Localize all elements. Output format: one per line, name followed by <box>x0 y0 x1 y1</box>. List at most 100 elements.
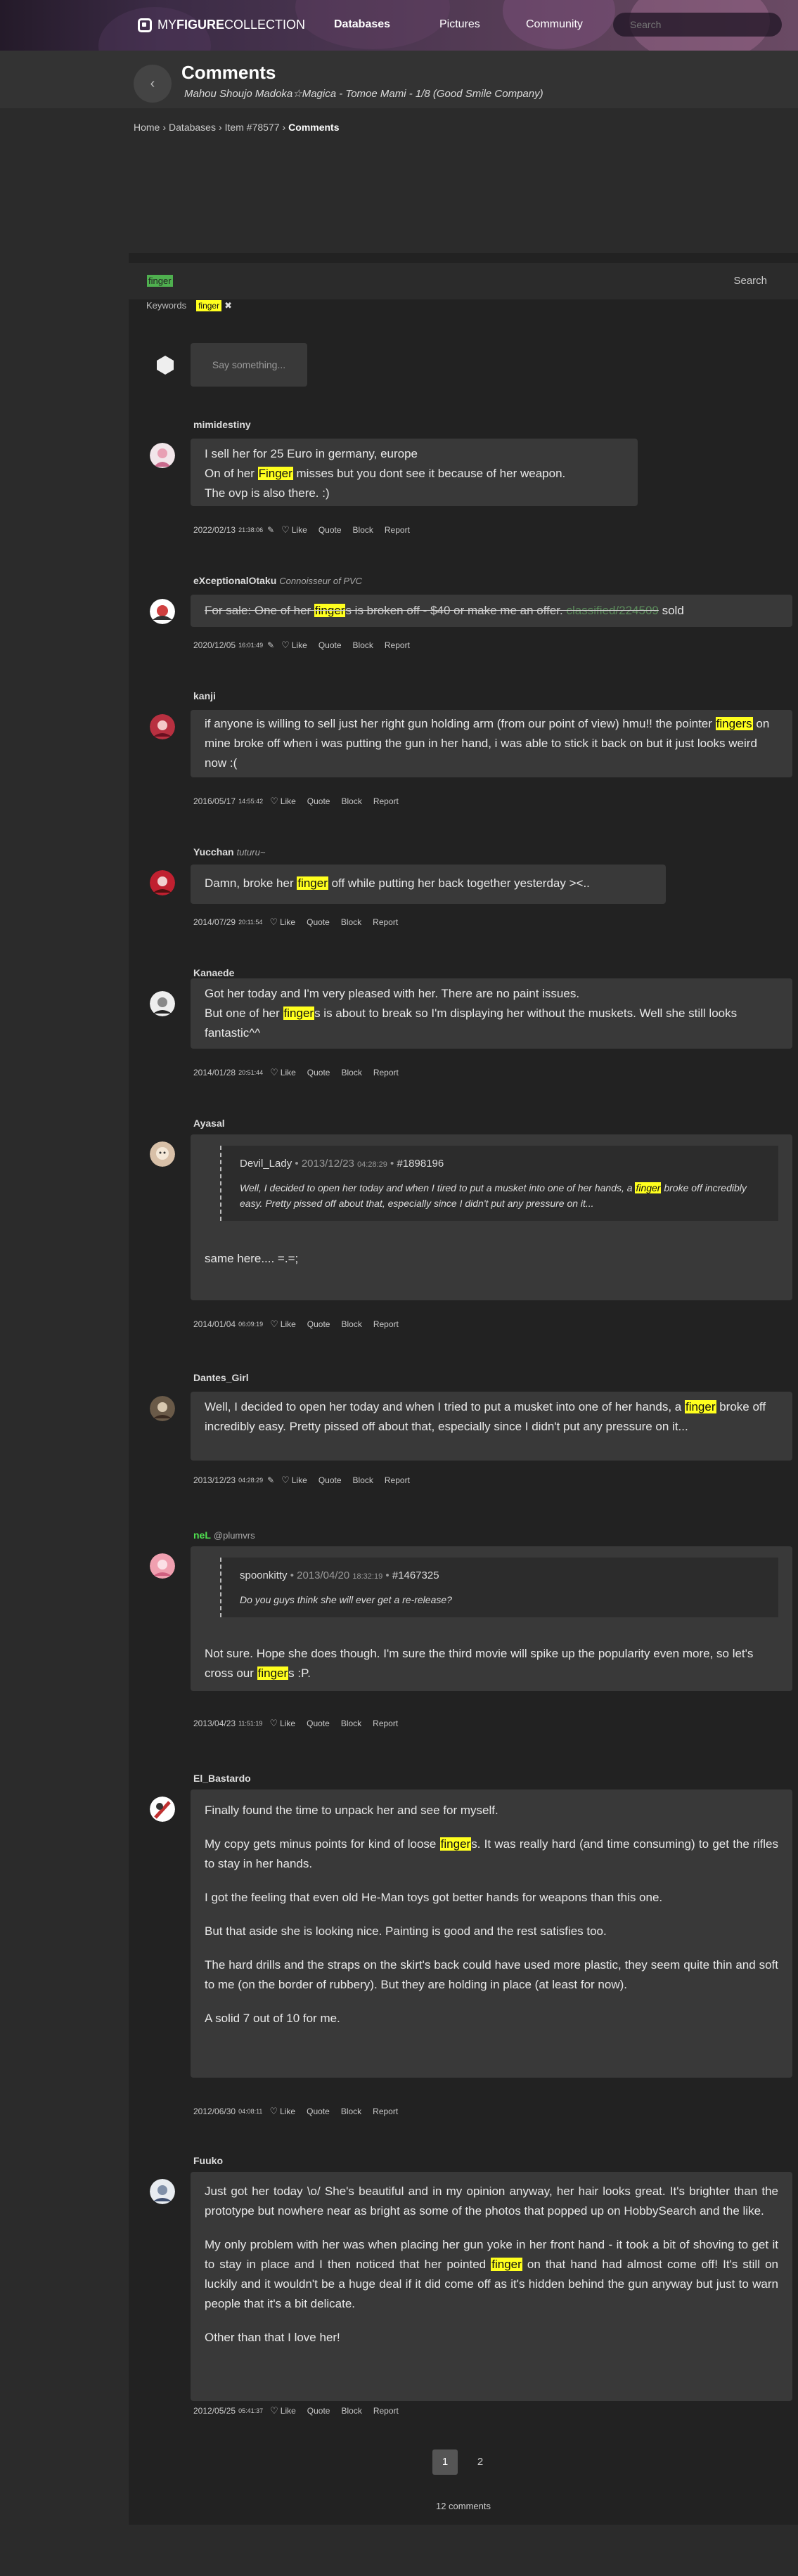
heart-icon[interactable]: ♡ <box>270 1067 278 1078</box>
nav-pictures[interactable]: Pictures <box>439 18 480 31</box>
quoted-id-link[interactable]: #1898196 <box>397 1158 444 1170</box>
breadcrumb-databases[interactable]: Databases <box>169 122 216 133</box>
quote-button[interactable]: Quote <box>307 2106 330 2116</box>
block-button[interactable]: Block <box>341 1068 361 1077</box>
like-button[interactable]: Like <box>280 2106 295 2116</box>
heart-icon[interactable]: ♡ <box>270 1319 278 1330</box>
classified-link[interactable]: classified/224509 <box>566 604 658 617</box>
report-button[interactable]: Report <box>373 796 399 806</box>
like-button[interactable]: Like <box>281 1068 296 1077</box>
comment-search-bar[interactable]: finger Search <box>129 263 798 299</box>
block-button[interactable]: Block <box>353 525 373 535</box>
item-link[interactable]: Mahou Shoujo Madoka☆Magica - Tomoe Mami … <box>184 87 543 100</box>
user-avatar[interactable] <box>150 870 175 895</box>
quote-button[interactable]: Quote <box>307 1068 330 1077</box>
breadcrumb-item[interactable]: Item #78577 <box>225 122 280 133</box>
heart-icon[interactable]: ♡ <box>269 917 278 928</box>
page-2-button[interactable]: 2 <box>468 2449 493 2475</box>
comment-author[interactable]: El_Bastardo <box>193 1773 251 1784</box>
block-button[interactable]: Block <box>341 796 361 806</box>
heart-icon[interactable]: ♡ <box>269 1718 278 1729</box>
like-button[interactable]: Like <box>292 640 307 650</box>
comment-date[interactable]: 2014/01/28 <box>193 1068 236 1077</box>
heart-icon[interactable]: ♡ <box>281 524 290 536</box>
report-button[interactable]: Report <box>373 1319 399 1329</box>
report-button[interactable]: Report <box>373 1719 398 1728</box>
quoted-id-link[interactable]: #1467325 <box>392 1569 439 1581</box>
block-button[interactable]: Block <box>353 640 373 650</box>
comment-date[interactable]: 2022/02/13 <box>193 525 236 535</box>
comment-author[interactable]: Kanaede <box>193 967 234 978</box>
comment-date[interactable]: 2014/07/29 <box>193 917 236 927</box>
like-button[interactable]: Like <box>292 1475 307 1485</box>
comment-author-name[interactable]: neL <box>193 1529 211 1541</box>
heart-icon[interactable]: ♡ <box>270 2405 278 2416</box>
nav-community[interactable]: Community <box>526 18 583 31</box>
like-button[interactable]: Like <box>281 2406 296 2416</box>
report-button[interactable]: Report <box>373 1068 399 1077</box>
comment-date[interactable]: 2016/05/17 <box>193 796 236 806</box>
page-1-button[interactable]: 1 <box>432 2449 458 2475</box>
site-logo[interactable]: MYFIGURECOLLECTION <box>138 18 305 32</box>
block-button[interactable]: Block <box>353 1475 373 1485</box>
remove-keyword-icon[interactable]: ✖ <box>224 300 232 311</box>
comment-date[interactable]: 2020/12/05 <box>193 640 236 650</box>
report-button[interactable]: Report <box>373 917 398 927</box>
report-button[interactable]: Report <box>385 1475 410 1485</box>
comment-date[interactable]: 2012/05/25 <box>193 2406 236 2416</box>
breadcrumb-home[interactable]: Home <box>134 122 160 133</box>
quote-button[interactable]: Quote <box>318 525 342 535</box>
quoted-author[interactable]: Devil_Lady <box>240 1158 292 1170</box>
quote-button[interactable]: Quote <box>307 2406 330 2416</box>
comment-date[interactable]: 2014/01/04 <box>193 1319 236 1329</box>
comment-date[interactable]: 2013/04/23 <box>193 1719 236 1728</box>
block-button[interactable]: Block <box>341 1319 361 1329</box>
report-button[interactable]: Report <box>385 640 410 650</box>
quote-button[interactable]: Quote <box>318 640 342 650</box>
quoted-author[interactable]: spoonkitty <box>240 1569 288 1581</box>
user-avatar[interactable] <box>150 991 175 1016</box>
user-avatar[interactable] <box>150 1396 175 1421</box>
user-avatar[interactable] <box>150 2179 175 2204</box>
comment-author-name[interactable]: eXceptionalOtaku <box>193 575 276 586</box>
like-button[interactable]: Like <box>292 525 307 535</box>
block-button[interactable]: Block <box>341 2106 361 2116</box>
comment-author[interactable]: Ayasal <box>193 1118 225 1129</box>
report-button[interactable]: Report <box>373 2406 399 2416</box>
report-button[interactable]: Report <box>385 525 410 535</box>
like-button[interactable]: Like <box>281 1319 296 1329</box>
quote-button[interactable]: Quote <box>307 1719 330 1728</box>
quote-button[interactable]: Quote <box>307 1319 330 1329</box>
comment-author[interactable]: Fuuko <box>193 2155 223 2166</box>
comment-author[interactable]: Dantes_Girl <box>193 1372 249 1383</box>
heart-icon[interactable]: ♡ <box>270 796 278 807</box>
like-button[interactable]: Like <box>280 1719 295 1728</box>
comment-author[interactable]: mimidestiny <box>193 419 251 430</box>
user-avatar[interactable] <box>150 1797 175 1822</box>
quote-button[interactable]: Quote <box>318 1475 342 1485</box>
site-search-input[interactable] <box>613 13 782 37</box>
comment-author-name[interactable]: Yucchan <box>193 846 234 857</box>
user-avatar[interactable] <box>150 1141 175 1167</box>
like-button[interactable]: Like <box>281 796 296 806</box>
user-avatar[interactable] <box>150 1553 175 1579</box>
search-button[interactable]: Search <box>733 275 767 287</box>
heart-icon[interactable]: ♡ <box>281 640 290 651</box>
block-button[interactable]: Block <box>341 2406 361 2416</box>
comment-date[interactable]: 2012/06/30 <box>193 2106 236 2116</box>
comment-composer[interactable]: Say something... <box>191 343 307 387</box>
quote-button[interactable]: Quote <box>307 796 330 806</box>
block-button[interactable]: Block <box>341 917 361 927</box>
like-button[interactable]: Like <box>280 917 295 927</box>
user-avatar[interactable] <box>150 599 175 624</box>
comment-author[interactable]: kanji <box>193 690 216 701</box>
report-button[interactable]: Report <box>373 2106 398 2116</box>
back-button[interactable]: ‹ <box>134 65 172 103</box>
search-input[interactable]: finger <box>147 275 173 287</box>
user-avatar[interactable] <box>150 443 175 468</box>
comment-date[interactable]: 2013/12/23 <box>193 1475 236 1485</box>
user-avatar[interactable] <box>150 714 175 739</box>
block-button[interactable]: Block <box>341 1719 361 1728</box>
heart-icon[interactable]: ♡ <box>281 1475 290 1486</box>
nav-databases[interactable]: Databases <box>334 18 390 31</box>
